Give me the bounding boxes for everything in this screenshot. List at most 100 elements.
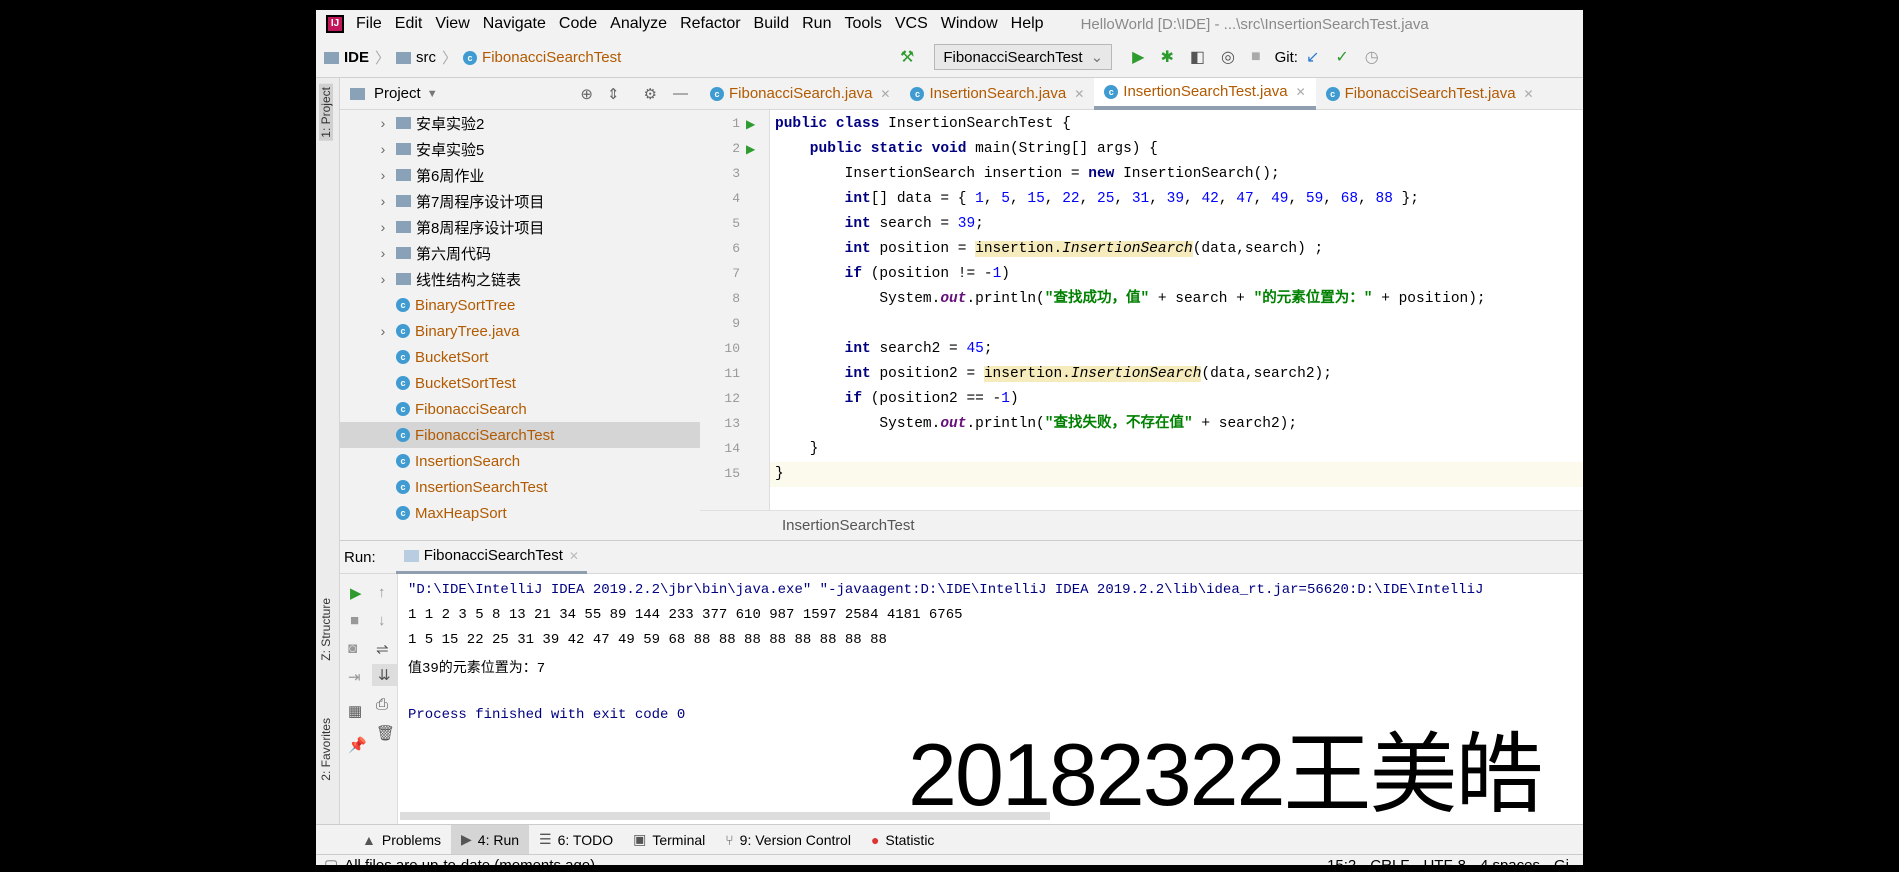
menu-run[interactable]: Run	[802, 15, 831, 33]
breadcrumb-src[interactable]: src	[416, 49, 436, 66]
down-icon[interactable]: ↓	[378, 612, 386, 629]
menu-tools[interactable]: Tools	[844, 15, 881, 33]
toolwindow-statistic[interactable]: ● Statistic	[861, 825, 944, 855]
stop-icon[interactable]: ■	[350, 612, 359, 629]
up-icon[interactable]: ↑	[378, 584, 386, 601]
status-icon[interactable]: ▢	[324, 856, 338, 865]
run-icon[interactable]: ▶	[1132, 47, 1144, 67]
tree-item[interactable]: › 第8周程序设计项目	[340, 214, 700, 240]
chevron-right-icon[interactable]: ›	[374, 115, 392, 131]
camera-icon[interactable]: ◙	[348, 640, 357, 657]
tree-item[interactable]: c InsertionSearch	[340, 448, 700, 474]
restore-icon[interactable]: ⇥	[348, 668, 361, 686]
caret-position[interactable]: 15:2	[1327, 857, 1356, 866]
tree-item[interactable]: › c BinaryTree.java	[340, 318, 700, 344]
hide-icon[interactable]: —	[673, 85, 688, 102]
close-icon[interactable]: ✕	[1524, 87, 1534, 101]
chevron-right-icon[interactable]: ›	[374, 323, 392, 339]
menu-window[interactable]: Window	[941, 15, 998, 33]
menu-file[interactable]: File	[356, 15, 382, 33]
tree-item[interactable]: c InsertionSearchTest	[340, 474, 700, 500]
debug-icon[interactable]: ✱	[1160, 47, 1173, 67]
tab-insertionsearch-java[interactable]: c InsertionSearch.java ✕	[900, 78, 1094, 110]
toolwindow--version-control[interactable]: ⑂ 9: Version Control	[715, 825, 861, 855]
menu-navigate[interactable]: Navigate	[483, 15, 546, 33]
run-gutter-icon[interactable]: ▶	[746, 117, 755, 131]
tab-fibonaccisearch-java[interactable]: c FibonacciSearch.java ✕	[700, 78, 900, 110]
close-icon[interactable]: ✕	[569, 549, 579, 563]
profile-icon[interactable]: ◎	[1221, 47, 1235, 67]
project-view-select[interactable]: Project	[374, 85, 421, 102]
collapse-icon[interactable]: ⇕	[607, 85, 620, 103]
menu-refactor[interactable]: Refactor	[680, 15, 740, 33]
run-config-select[interactable]: FibonacciSearchTest ⌄	[934, 44, 1113, 70]
menu-analyze[interactable]: Analyze	[610, 15, 667, 33]
tree-item[interactable]: c BinarySortTree	[340, 292, 700, 318]
toolwindow-problems[interactable]: ▲ Problems	[352, 825, 451, 855]
tree-item[interactable]: › 线性结构之链表	[340, 266, 700, 292]
git-commit-icon[interactable]: ✓	[1335, 47, 1348, 67]
tree-item[interactable]: › 安卓实验5	[340, 136, 700, 162]
pin-icon[interactable]: 📌	[348, 736, 367, 754]
tree-item[interactable]: › 第六周代码	[340, 240, 700, 266]
tree-item[interactable]: c MaxHeapSort	[340, 500, 700, 526]
tree-item[interactable]: › 第6周作业	[340, 162, 700, 188]
chevron-right-icon[interactable]: ›	[374, 271, 392, 287]
tree-item[interactable]: › 第7周程序设计项目	[340, 188, 700, 214]
chevron-right-icon[interactable]: ›	[374, 219, 392, 235]
gear-icon[interactable]: ⚙	[644, 85, 657, 103]
tree-item[interactable]: c FibonacciSearch	[340, 396, 700, 422]
line-separator[interactable]: CRLF	[1370, 857, 1409, 866]
breadcrumb-ide[interactable]: IDE	[344, 49, 369, 66]
layout-icon[interactable]: ▦	[348, 702, 362, 720]
file-encoding[interactable]: UTF-8	[1423, 857, 1466, 866]
stop-icon[interactable]: ■	[1251, 48, 1261, 66]
menu-edit[interactable]: Edit	[395, 15, 423, 33]
structure-tool-button[interactable]: Z: Structure	[319, 598, 333, 661]
tab-insertionsearchtest-java[interactable]: c InsertionSearchTest.java ✕	[1094, 77, 1316, 110]
print-icon[interactable]: ⎙	[376, 696, 388, 713]
close-icon[interactable]: ✕	[1296, 85, 1306, 99]
run-console[interactable]: 20182322王美皓 "D:\IDE\IntelliJ IDEA 2019.2…	[398, 574, 1583, 824]
tree-item[interactable]: › 安卓实验2	[340, 110, 700, 136]
menu-view[interactable]: View	[435, 15, 469, 33]
menu-help[interactable]: Help	[1011, 15, 1044, 33]
code-token: )	[1009, 391, 1019, 407]
toolwindow-terminal[interactable]: ▣ Terminal	[623, 825, 715, 855]
git-update-icon[interactable]: ↙	[1306, 47, 1319, 67]
scroll-to-end-icon[interactable]: ⇊	[372, 664, 397, 686]
code-editor[interactable]: public class InsertionSearchTest { publi…	[770, 110, 1583, 510]
menu-vcs[interactable]: VCS	[895, 15, 928, 33]
rerun-icon[interactable]: ▶	[350, 584, 362, 602]
close-icon[interactable]: ✕	[880, 87, 890, 101]
toolwindow--run[interactable]: ▶ 4: Run	[451, 824, 530, 855]
chevron-right-icon[interactable]: ›	[374, 245, 392, 261]
chevron-right-icon[interactable]: ›	[374, 141, 392, 157]
horizontal-scrollbar[interactable]	[400, 812, 1050, 820]
tree-item[interactable]: c FibonacciSearchTest	[340, 422, 700, 448]
tab-fibonaccisearchtest-java[interactable]: c FibonacciSearchTest.java ✕	[1316, 78, 1544, 110]
tree-item[interactable]: c BucketSort	[340, 344, 700, 370]
close-icon[interactable]: ✕	[1074, 87, 1084, 101]
coverage-icon[interactable]: ◧	[1190, 47, 1205, 67]
chevron-right-icon[interactable]: ›	[374, 167, 392, 183]
chevron-right-icon[interactable]: ›	[374, 193, 392, 209]
code-token: (data,search2);	[1201, 366, 1332, 382]
editor-breadcrumb[interactable]: InsertionSearchTest	[700, 510, 1583, 540]
soft-wrap-icon[interactable]: ⇌	[376, 640, 389, 658]
locate-icon[interactable]: ⊕	[580, 85, 593, 103]
git-branch[interactable]: Gi	[1554, 857, 1569, 866]
favorites-tool-button[interactable]: 2: Favorites	[319, 718, 333, 781]
run-tab[interactable]: FibonacciSearchTest ✕	[395, 540, 587, 574]
tree-item[interactable]: c BucketSortTest	[340, 370, 700, 396]
git-history-icon[interactable]: ◷	[1365, 47, 1379, 67]
trash-icon[interactable]: 🗑	[376, 724, 395, 742]
project-tool-button[interactable]: 1: Project	[319, 84, 333, 141]
menu-build[interactable]: Build	[754, 15, 790, 33]
menu-code[interactable]: Code	[559, 15, 597, 33]
build-hammer-icon[interactable]: ⚒	[900, 47, 914, 67]
toolwindow--todo[interactable]: ☰ 6: TODO	[529, 825, 623, 855]
indent-setting[interactable]: 4 spaces	[1480, 857, 1540, 866]
breadcrumb-file[interactable]: FibonacciSearchTest	[482, 49, 621, 66]
run-gutter-icon[interactable]: ▶	[746, 142, 755, 156]
